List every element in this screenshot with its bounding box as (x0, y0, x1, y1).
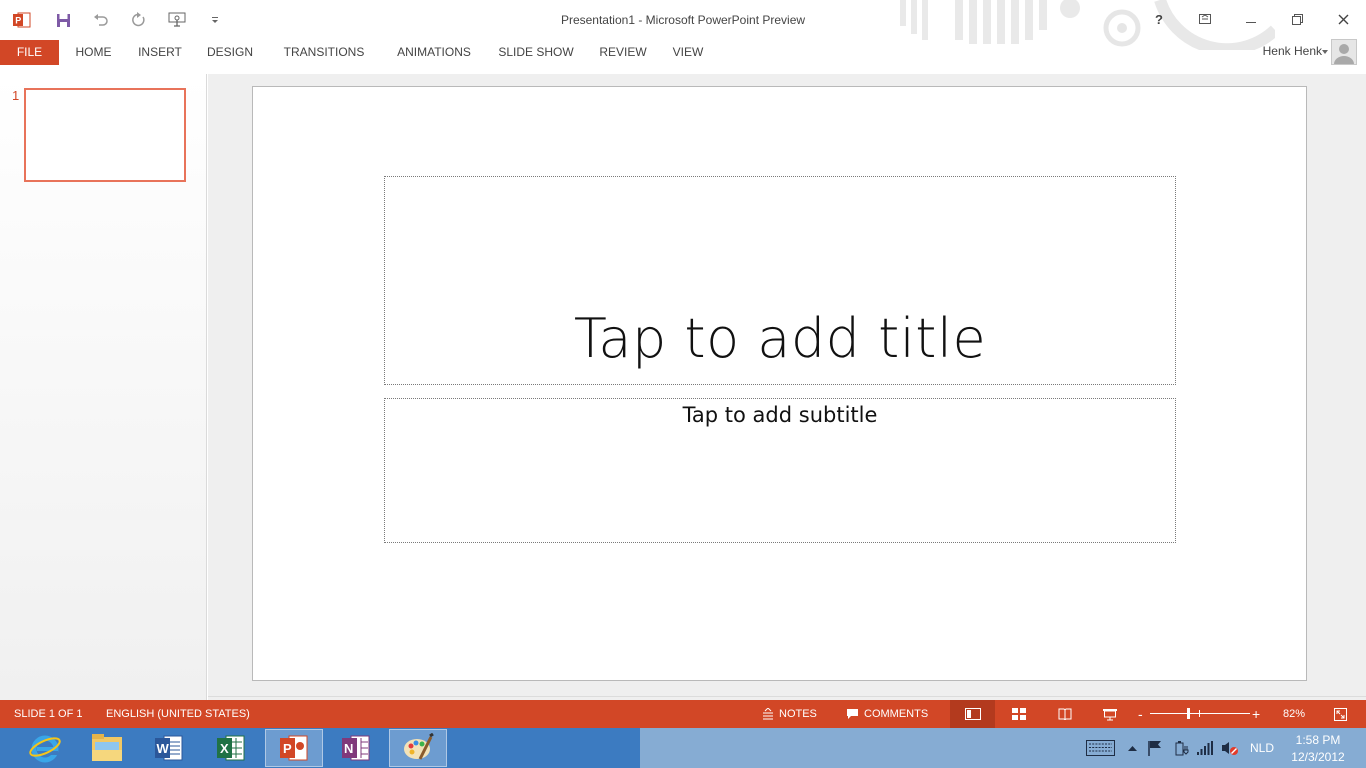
show-hidden-icons-button[interactable] (1125, 738, 1139, 758)
comment-icon (847, 709, 858, 719)
speaker-muted-icon (1222, 742, 1238, 755)
zoom-out-button[interactable]: - (1138, 700, 1143, 728)
tab-insert[interactable]: INSERT (132, 40, 188, 65)
svg-text:W: W (157, 741, 170, 756)
title-bar: P Presentation1 - Microsoft PowerPoint P… (0, 0, 1366, 50)
ribbon-display-options-button[interactable] (1182, 0, 1228, 38)
svg-text:N: N (344, 741, 353, 756)
slide-show-button[interactable] (1087, 700, 1132, 728)
slide-sorter-icon (1011, 708, 1026, 720)
undo-icon[interactable] (82, 0, 120, 40)
normal-view-button[interactable] (950, 700, 995, 728)
windows-taskbar: W X P N NLD 1:58 PM 12/3/2012 (0, 728, 1366, 768)
reading-view-icon (1058, 708, 1071, 720)
user-name[interactable]: Henk Henk (1263, 44, 1322, 58)
keyboard-icon (1085, 740, 1115, 756)
touch-keyboard-button[interactable] (1085, 738, 1115, 758)
fit-slide-button[interactable] (1318, 700, 1363, 728)
svg-text:P: P (15, 16, 21, 26)
word-button[interactable]: W (140, 729, 198, 767)
onenote-icon: N (342, 735, 370, 761)
tab-file[interactable]: FILE (0, 40, 59, 65)
clock-time[interactable]: 1:58 PM (1280, 733, 1356, 747)
status-bar: SLIDE 1 OF 1 ENGLISH (UNITED STATES) NOT… (0, 700, 1366, 728)
tab-review[interactable]: REVIEW (594, 40, 652, 65)
excel-icon: X (217, 735, 245, 761)
zoom-level[interactable]: 82% (1283, 700, 1305, 728)
ribbon-tabs: FILE HOME INSERT DESIGN TRANSITIONS ANIM… (0, 40, 1366, 66)
redo-icon[interactable] (120, 0, 158, 40)
svg-text:P: P (283, 741, 292, 756)
signal-bars-icon (1197, 741, 1213, 755)
excel-button[interactable]: X (202, 729, 260, 767)
subtitle-placeholder[interactable]: Tap to add subtitle (384, 398, 1176, 543)
power-button[interactable] (1172, 738, 1190, 758)
avatar[interactable] (1331, 39, 1357, 65)
file-explorer-icon (92, 734, 122, 761)
network-button[interactable] (1196, 738, 1214, 758)
scroll-divider (208, 696, 1366, 697)
save-icon[interactable] (44, 0, 82, 40)
tab-transitions[interactable]: TRANSITIONS (276, 40, 372, 65)
slide-show-icon (1102, 708, 1117, 720)
tab-view[interactable]: VIEW (666, 40, 710, 65)
thumbnail-number: 1 (12, 88, 20, 103)
slide-thumbnail[interactable] (24, 88, 186, 182)
zoom-in-button[interactable]: + (1252, 700, 1260, 728)
flag-icon (1148, 741, 1161, 756)
powerpoint-logo-icon[interactable]: P (0, 0, 44, 40)
notes-icon (763, 708, 773, 720)
word-icon: W (155, 735, 183, 761)
internet-explorer-button[interactable] (16, 729, 74, 767)
zoom-slider-thumb[interactable] (1187, 708, 1190, 719)
tab-home[interactable]: HOME (68, 40, 119, 65)
user-menu-caret-icon[interactable] (1322, 50, 1328, 54)
clock-date[interactable]: 12/3/2012 (1280, 750, 1356, 764)
volume-button[interactable] (1220, 738, 1240, 758)
touch-mode-icon[interactable] (158, 0, 196, 40)
notes-label: NOTES (779, 708, 817, 720)
battery-plug-icon (1175, 741, 1189, 756)
fit-to-window-icon (1334, 707, 1347, 721)
restore-button[interactable] (1274, 0, 1320, 38)
tab-animations[interactable]: ANIMATIONS (389, 40, 479, 65)
subtitle-placeholder-text: Tap to add subtitle (682, 403, 878, 427)
window-controls: ? (1136, 0, 1366, 40)
chevron-up-icon (1127, 746, 1137, 751)
comments-button[interactable]: COMMENTS (846, 700, 928, 728)
quick-access-toolbar: P (0, 0, 234, 40)
minimize-button[interactable] (1228, 0, 1274, 38)
title-placeholder[interactable]: Tap to add title (384, 176, 1176, 385)
paint-button[interactable] (389, 729, 447, 767)
paint-icon (404, 733, 434, 760)
slide-indicator[interactable]: SLIDE 1 OF 1 (14, 700, 82, 728)
zoom-slider[interactable] (1150, 713, 1250, 714)
help-button[interactable]: ? (1136, 0, 1182, 38)
slide-editing-area: Tap to add title Tap to add subtitle (208, 74, 1366, 700)
close-button[interactable] (1320, 0, 1366, 38)
slide-thumbnail-pane: 1 (0, 74, 207, 700)
svg-text:X: X (220, 741, 229, 756)
powerpoint-icon: P (280, 735, 308, 761)
zoom-slider-center-mark (1199, 710, 1200, 717)
tab-design[interactable]: DESIGN (201, 40, 259, 65)
normal-view-icon (964, 708, 981, 720)
file-explorer-button[interactable] (78, 729, 136, 767)
customize-qat-icon[interactable] (196, 0, 234, 40)
comments-label: COMMENTS (864, 708, 929, 720)
onenote-button[interactable]: N (327, 729, 385, 767)
slide-canvas[interactable]: Tap to add title Tap to add subtitle (252, 86, 1307, 681)
language-indicator[interactable]: ENGLISH (UNITED STATES) (106, 700, 250, 728)
reading-view-button[interactable] (1042, 700, 1087, 728)
powerpoint-button[interactable]: P (265, 729, 323, 767)
tab-slide-show[interactable]: SLIDE SHOW (494, 40, 578, 65)
title-placeholder-text: Tap to add title (573, 307, 987, 370)
internet-explorer-icon (29, 735, 61, 763)
input-language-indicator[interactable]: NLD (1248, 741, 1276, 755)
notes-button[interactable]: NOTES (762, 700, 817, 728)
action-center-button[interactable] (1146, 738, 1164, 758)
slide-sorter-button[interactable] (996, 700, 1041, 728)
